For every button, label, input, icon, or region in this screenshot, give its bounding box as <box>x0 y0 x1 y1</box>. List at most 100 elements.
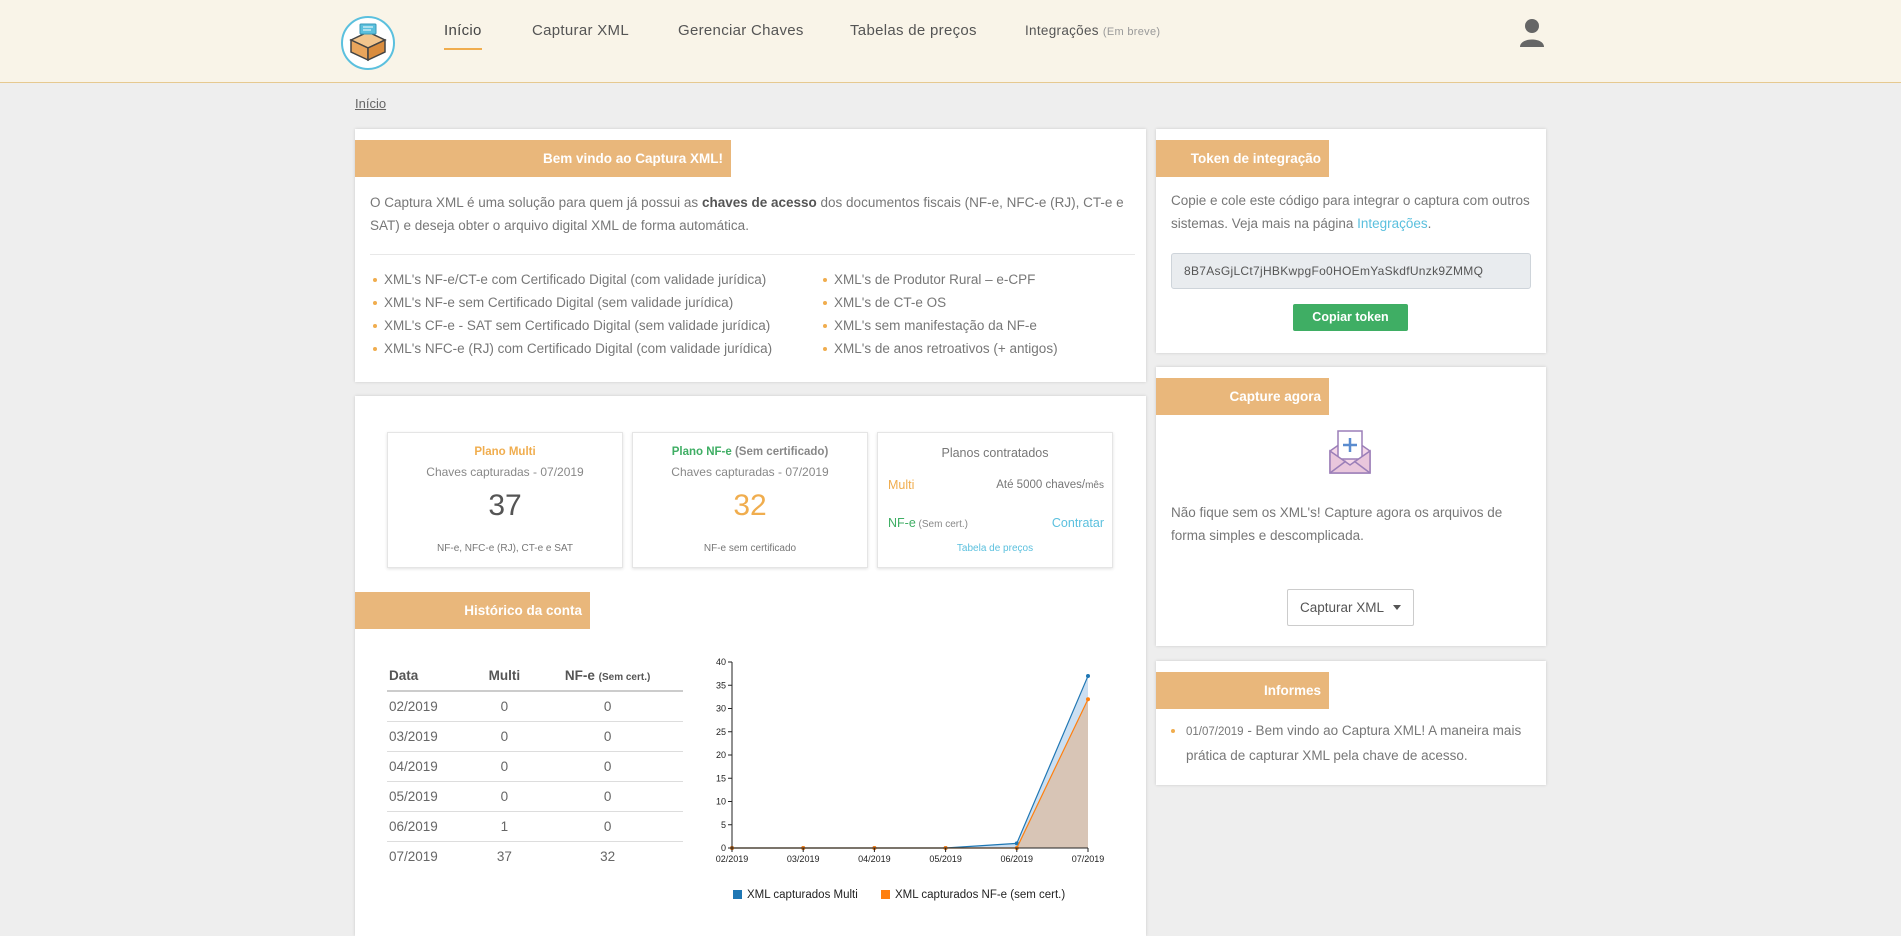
cell: 03/2019 <box>387 720 477 751</box>
stat-multi-value: 37 <box>488 489 522 522</box>
feature-item: XML's de CT-e OS <box>820 291 1058 314</box>
y-tick-label: 15 <box>716 773 726 783</box>
top-navbar: Início Capturar XML Gerenciar Chaves Tab… <box>0 0 1901 83</box>
col-data: Data <box>387 661 477 692</box>
table-row: 04/2019 0 0 <box>387 750 683 781</box>
nav-capturar-xml[interactable]: Capturar XML <box>532 22 629 39</box>
app-logo[interactable] <box>341 16 395 70</box>
table-header: Data Multi NF-e (Sem cert.) <box>387 661 683 692</box>
news-title: Informes <box>1156 672 1329 709</box>
news-item: 01/07/2019 - Bem vindo ao Captura XML! A… <box>1171 719 1536 767</box>
integrations-link[interactable]: Integrações <box>1357 216 1428 231</box>
capture-xml-dropdown[interactable]: Capturar XML <box>1287 589 1414 626</box>
table-row: 05/2019 0 0 <box>387 780 683 811</box>
cell: 0 <box>532 690 683 721</box>
divider <box>370 254 1135 255</box>
plan-nfe-label: NF-e (Sem cert.) <box>888 516 969 530</box>
price-table-link[interactable]: Tabela de preços <box>878 543 1112 554</box>
y-tick-label: 20 <box>716 750 726 760</box>
stat-multi: Plano Multi Chaves capturadas - 07/2019 … <box>387 432 623 568</box>
welcome-text: O Captura XML é uma solução para quem já… <box>370 195 1124 233</box>
stat-multi-subtitle: Chaves capturadas - 07/2019 <box>426 465 584 479</box>
capture-xml-label: Capturar XML <box>1300 600 1385 615</box>
x-tick-label: 06/2019 <box>1001 854 1034 864</box>
x-tick-label: 05/2019 <box>929 854 962 864</box>
cell: 06/2019 <box>387 810 477 841</box>
cell: 37 <box>476 840 533 871</box>
nav-tabelas-precos[interactable]: Tabelas de preços <box>850 22 977 39</box>
contract-link[interactable]: Contratar <box>1052 516 1104 530</box>
feature-item: XML's de Produtor Rural – e-CPF <box>820 268 1058 291</box>
col-nfe: NF-e (Sem cert.) <box>532 661 683 692</box>
cell: 0 <box>476 750 533 781</box>
table-row: 06/2019 1 0 <box>387 810 683 841</box>
cell: 0 <box>476 720 533 751</box>
cell: 0 <box>532 810 683 841</box>
welcome-title: Bem vindo ao Captura XML! <box>355 140 731 177</box>
caret-down-icon <box>1393 605 1401 610</box>
col-multi: Multi <box>476 661 533 692</box>
feature-item: XML's NF-e/CT-e com Certificado Digital … <box>370 268 772 291</box>
table-row: 07/2019 37 32 <box>387 840 683 871</box>
stat-nfe-value: 32 <box>733 489 767 522</box>
capture-title: Capture agora <box>1156 378 1329 415</box>
token-title: Token de integração <box>1156 140 1329 177</box>
feature-item: XML's de anos retroativos (+ antigos) <box>820 337 1058 360</box>
y-tick-label: 5 <box>721 820 726 830</box>
stat-nfe-subtitle: Chaves capturadas - 07/2019 <box>671 465 829 479</box>
x-tick-label: 04/2019 <box>858 854 891 864</box>
cell: 02/2019 <box>387 690 477 721</box>
plans-title: Planos contratados <box>941 446 1049 460</box>
cell: 04/2019 <box>387 750 477 781</box>
capture-text: Não fique sem os XML's! Capture agora os… <box>1171 505 1503 543</box>
news-card: Informes 01/07/2019 - Bem vindo ao Captu… <box>1156 661 1546 785</box>
user-icon[interactable] <box>1519 18 1545 48</box>
legend-swatch <box>733 890 742 899</box>
x-tick-label: 03/2019 <box>787 854 820 864</box>
stat-nfe: Plano NF-e (Sem certificado) Chaves capt… <box>632 432 868 568</box>
bullet-icon <box>1171 729 1175 733</box>
area-1 <box>732 699 1088 848</box>
history-chart: 0 5 10 15 20 25 30 35 40 02/2019 03/2019 04/2019 05/… <box>716 658 1105 901</box>
cell: 1 <box>476 810 533 841</box>
features-right: XML's de Produtor Rural – e-CPF XML's de… <box>820 268 1058 360</box>
coming-soon-badge: (Em breve) <box>1102 26 1161 38</box>
table-row: 03/2019 0 0 <box>387 720 683 751</box>
stat-multi-title: Plano Multi <box>474 446 536 458</box>
x-tick-label: 07/2019 <box>1072 854 1105 864</box>
stat-multi-footer: NF-e, NFC-e (RJ), CT-e e SAT <box>437 543 573 554</box>
welcome-bold: chaves de acesso <box>701 195 817 210</box>
stat-nfe-footer: NF-e sem certificado <box>703 543 797 554</box>
nav-gerenciar-chaves[interactable]: Gerenciar Chaves <box>678 22 804 39</box>
y-tick-label: 10 <box>716 797 726 807</box>
feature-item: XML's CF-e - SAT sem Certificado Digital… <box>370 314 772 337</box>
box-logo-icon <box>349 23 387 62</box>
cell: 32 <box>532 840 683 871</box>
y-tick-label: 25 <box>716 727 726 737</box>
cell: 0 <box>532 750 683 781</box>
plan-multi-label: Multi <box>888 478 915 492</box>
nav-integracoes[interactable]: Integrações (Em breve) <box>1025 23 1160 38</box>
capture-card: Capture agora Não fique sem os XML's! Ca… <box>1156 367 1546 646</box>
y-tick-label: 0 <box>721 843 726 853</box>
history-title: Histórico da conta <box>355 592 590 629</box>
news-date: 01/07/2019 <box>1186 726 1244 738</box>
copy-token-button[interactable]: Copiar token <box>1293 304 1408 331</box>
cell: 0 <box>476 690 533 721</box>
token-card: Token de integração Copie e cole este có… <box>1156 129 1546 353</box>
envelope-add-icon <box>1329 430 1371 474</box>
cell: 0 <box>532 720 683 751</box>
token-input[interactable]: 8B7AsGjLCt7jHBKwpgFo0HOEmYaSkdfUnzk9ZMMQ <box>1171 253 1531 289</box>
stat-nfe-title: Plano NF-e (Sem certificado) <box>671 446 829 458</box>
legend-swatch <box>881 890 890 899</box>
features-left: XML's NF-e/CT-e com Certificado Digital … <box>370 268 772 360</box>
feature-item: XML's NF-e sem Certificado Digital (sem … <box>370 291 772 314</box>
y-tick-label: 30 <box>716 704 726 714</box>
feature-item: XML's sem manifestação da NF-e <box>820 314 1058 337</box>
history-table: Data Multi NF-e (Sem cert.) 02/2019 0 0 03… <box>387 661 683 871</box>
feature-item: XML's NFC-e (RJ) com Certificado Digital… <box>370 337 772 360</box>
data-point <box>1086 673 1090 678</box>
breadcrumb-inicio[interactable]: Início <box>355 96 386 111</box>
nav-inicio[interactable]: Início <box>444 22 482 50</box>
welcome-card: Bem vindo ao Captura XML! O Captura XML … <box>355 129 1146 382</box>
